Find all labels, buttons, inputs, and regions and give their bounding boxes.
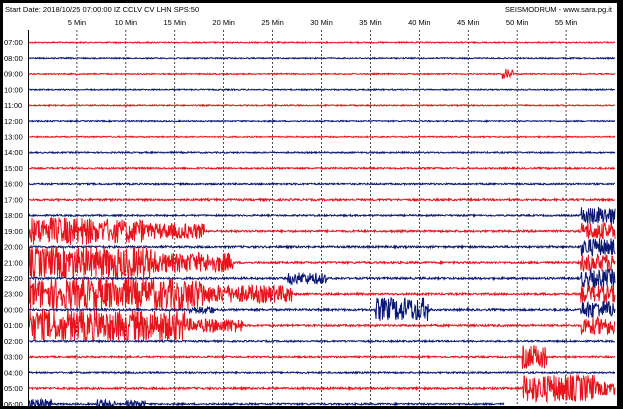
x-tick-label: 30 Min — [310, 18, 333, 27]
trace-rows — [28, 40, 616, 409]
x-tick-label: 25 Min — [261, 18, 284, 27]
hour-label: 16:00 — [4, 180, 23, 189]
trace-10-00 — [28, 87, 616, 92]
trace-05-00 — [28, 374, 616, 404]
trace-11-00 — [28, 103, 616, 108]
trace-20-00 — [28, 238, 616, 257]
x-tick-labels: 5 Min 10 Min 15 Min 20 Min 25 Min 30 Min 35 Mi… — [68, 18, 578, 27]
x-tick-label: 55 Min — [555, 18, 578, 27]
hour-label: 17:00 — [4, 195, 23, 204]
hour-label: 04:00 — [4, 368, 23, 377]
trace-19-00 — [28, 217, 616, 246]
trace-04-00 — [28, 370, 616, 375]
trace-03-00 — [28, 345, 616, 369]
trace-12-00 — [28, 119, 616, 123]
x-tick-label: 15 Min — [163, 18, 186, 27]
trace-07-00 — [28, 40, 616, 45]
hour-label: 14:00 — [4, 148, 23, 157]
seismogram-plot: Start Date: 2018/10/25 07:00:00 IZ CCLV … — [3, 3, 617, 409]
hour-label: 05:00 — [4, 384, 23, 393]
hour-label: 08:00 — [4, 54, 23, 63]
trace-15-00 — [28, 165, 616, 171]
hour-label: 15:00 — [4, 164, 23, 173]
hour-label: 12:00 — [4, 117, 23, 126]
trace-01-00 — [28, 309, 616, 343]
window-frame: Start Date: 2018/10/25 07:00:00 IZ CCLV … — [0, 0, 623, 409]
x-tick-label: 5 Min — [68, 18, 86, 27]
trace-14-00 — [28, 150, 616, 155]
start-date-header: Start Date: 2018/10/25 07:00:00 IZ CCLV … — [5, 5, 199, 14]
hour-label: 23:00 — [4, 290, 23, 299]
hour-label: 09:00 — [4, 70, 23, 79]
hour-label: 01:00 — [4, 321, 23, 330]
hour-label: 11:00 — [4, 101, 22, 110]
hour-label: 21:00 — [4, 258, 23, 267]
hour-label: 20:00 — [4, 243, 23, 252]
hour-label: 03:00 — [4, 353, 23, 362]
x-tick-label: 35 Min — [359, 18, 382, 27]
trace-13-00 — [28, 134, 616, 139]
hour-label: 13:00 — [4, 133, 23, 142]
hour-label: 02:00 — [4, 337, 23, 346]
trace-02-00 — [29, 338, 616, 344]
seismogram-chart: Start Date: 2018/10/25 07:00:00 IZ CCLV … — [4, 5, 616, 409]
trace-08-00 — [28, 56, 616, 61]
hour-labels: 07:00 08:00 09:00 10:00 11:00 12:00 13:00 14:00… — [4, 38, 23, 409]
x-tick-label: 20 Min — [212, 18, 235, 27]
trace-06-00 — [28, 397, 505, 409]
hour-label: 22:00 — [4, 274, 23, 283]
x-tick-label: 50 Min — [506, 18, 529, 27]
hour-label: 18:00 — [4, 211, 23, 220]
hour-label: 07:00 — [4, 38, 23, 47]
hour-label: 00:00 — [4, 305, 23, 314]
trace-17-00 — [28, 196, 616, 203]
hour-label: 06:00 — [4, 400, 23, 406]
hour-label: 10:00 — [4, 85, 23, 94]
x-tick-label: 40 Min — [408, 18, 431, 27]
x-tick-label: 10 Min — [115, 18, 138, 27]
x-tick-label: 45 Min — [457, 18, 480, 27]
source-header: SEISMODRUM - www.sara.pg.it — [505, 5, 613, 14]
trace-22-00 — [28, 268, 616, 289]
grid-lines — [76, 30, 567, 406]
hour-label: 19:00 — [4, 227, 23, 236]
trace-09-00 — [28, 68, 616, 79]
trace-16-00 — [28, 181, 616, 187]
